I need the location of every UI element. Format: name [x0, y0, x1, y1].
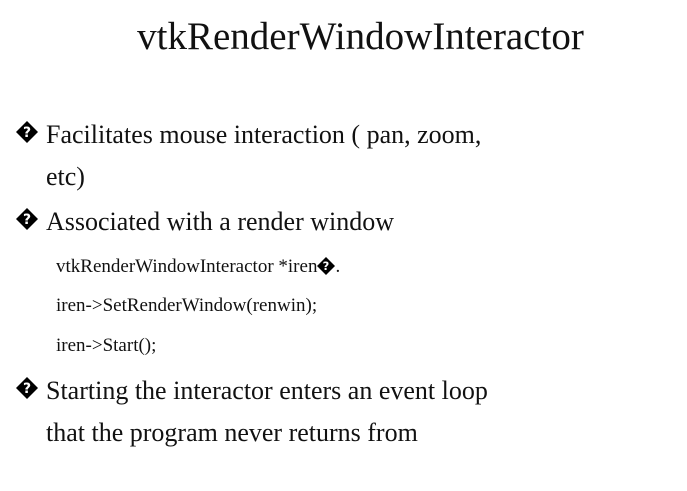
bullet-text: Starting the interactor enters an event … [46, 370, 488, 454]
code-text: . [335, 256, 341, 277]
svg-text:?: ? [23, 212, 31, 228]
replacement-char-icon: ? [16, 377, 38, 399]
replacement-char-icon: ? [317, 257, 336, 275]
svg-text:?: ? [323, 259, 330, 273]
bullet-text: Associated with a render window [46, 201, 394, 243]
code-line-declare: vtkRenderWindowInteractor *iren ? . [56, 255, 340, 279]
code-text: vtkRenderWindowInteractor *iren [56, 256, 318, 277]
code-line-start: iren->Start(); [56, 335, 157, 356]
svg-text:?: ? [23, 381, 31, 397]
svg-text:?: ? [23, 125, 31, 141]
replacement-char-icon: ? [16, 121, 38, 143]
slide-title: vtkRenderWindowInteractor [137, 15, 584, 58]
bullet-line: Associated with a render window [46, 207, 395, 236]
bullet-item-mouse-interaction: ? Facilitates mouse interaction ( pan, z… [16, 114, 481, 198]
bullet-item-event-loop: ? Starting the interactor enters an even… [16, 370, 488, 454]
bullet-line: Facilitates mouse interaction ( pan, zoo… [46, 120, 482, 149]
slide: vtkRenderWindowInteractor ? Facilitates … [0, 0, 687, 491]
bullet-line: etc) [46, 162, 85, 191]
replacement-char-icon: ? [16, 208, 38, 230]
bullet-line: Starting the interactor enters an event … [46, 376, 488, 405]
bullet-item-render-window: ? Associated with a render window [16, 201, 394, 243]
bullet-line: that the program never returns from [46, 418, 418, 447]
bullet-text: Facilitates mouse interaction ( pan, zoo… [46, 114, 481, 198]
code-line-set-render-window: iren->SetRenderWindow(renwin); [56, 295, 318, 316]
